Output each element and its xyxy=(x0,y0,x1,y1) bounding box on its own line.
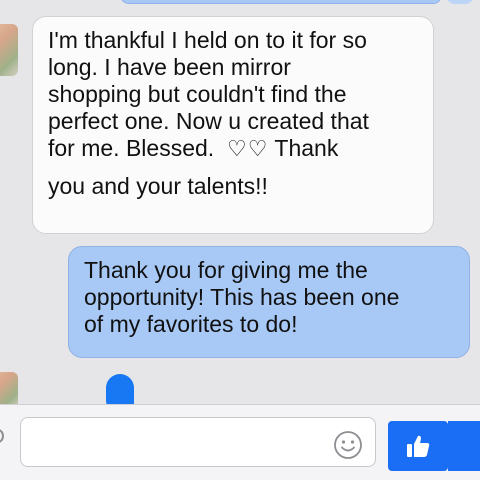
message-text: for me. Blessed. xyxy=(48,135,215,161)
sender-avatar[interactable] xyxy=(0,372,18,404)
outgoing-message-bubble: Thank you for giving me the opportunity!… xyxy=(68,246,470,358)
message-line: shopping but couldn't find the xyxy=(48,81,347,107)
message-line: opportunity! This has been one xyxy=(84,284,400,310)
previous-message-bubble xyxy=(120,0,442,4)
message-composer xyxy=(0,404,480,480)
message-line-with-hearts: for me. Blessed. ♡♡ Thank xyxy=(48,135,419,163)
like-button-edge[interactable] xyxy=(448,421,480,471)
hearts-emoji: ♡♡ xyxy=(226,137,269,162)
typing-indicator-bubble xyxy=(106,374,134,404)
previous-message-bubble-tail xyxy=(446,0,474,4)
message-thread[interactable]: I'm thankful I held on to it for so long… xyxy=(0,0,480,404)
emoji-button[interactable] xyxy=(332,429,364,461)
thumbs-up-icon xyxy=(407,435,430,457)
message-line: perfect one. Now u created that xyxy=(48,108,369,134)
smiley-face-icon xyxy=(334,431,362,459)
message-line: Thank you for giving me the xyxy=(84,257,368,283)
message-input[interactable] xyxy=(20,417,376,467)
like-button[interactable] xyxy=(388,421,448,471)
message-line: I'm thankful I held on to it for so xyxy=(48,27,367,53)
message-line: long. I have been mirror xyxy=(48,54,291,80)
sender-avatar[interactable] xyxy=(0,24,18,76)
message-text: Thank xyxy=(274,135,339,161)
camera-icon[interactable] xyxy=(0,429,4,443)
message-line: of my favorites to do! xyxy=(84,311,298,337)
incoming-message-bubble: I'm thankful I held on to it for so long… xyxy=(32,16,434,234)
message-line: you and your talents!! xyxy=(48,173,268,199)
